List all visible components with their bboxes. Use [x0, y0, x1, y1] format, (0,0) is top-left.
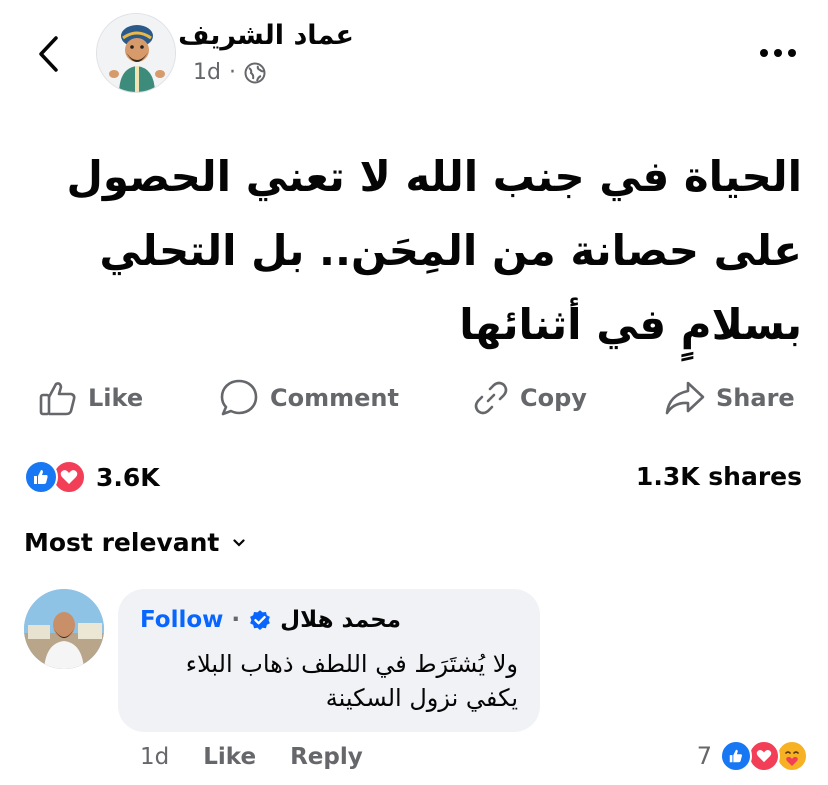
- commenter-avatar[interactable]: [24, 589, 104, 669]
- comment-bubble: Follow · محمد هلال ولا يُشتَرَط في اللطف…: [118, 589, 540, 732]
- share-label: Share: [716, 384, 795, 412]
- author-name[interactable]: عماد الشريف: [178, 20, 354, 51]
- shares-count[interactable]: 1.3K shares: [636, 462, 802, 491]
- cartoon-avatar-image: [97, 14, 175, 92]
- comment-label: Comment: [270, 384, 399, 412]
- chevron-left-icon: [39, 36, 58, 72]
- comment-button[interactable]: Comment: [218, 375, 399, 421]
- post-time[interactable]: 1d: [193, 60, 221, 85]
- post-page: عماد الشريف 1d · الحياة في جنب الله لا ت…: [0, 0, 828, 785]
- comment-header: Follow · محمد هلال: [140, 607, 401, 633]
- comment-reactions-count: 7: [696, 742, 712, 770]
- comment-bubble-icon: [220, 379, 258, 416]
- more-horizontal-icon: [760, 49, 796, 57]
- post-meta: 1d ·: [193, 60, 266, 85]
- verified-badge-icon: [250, 610, 271, 630]
- reactions-summary[interactable]: 3.6K: [24, 460, 160, 494]
- comment-like-button[interactable]: Like: [203, 744, 256, 770]
- reaction-icons: [24, 460, 88, 494]
- comment-reactions[interactable]: 7: [697, 740, 808, 772]
- comment-separator: ·: [231, 607, 241, 633]
- globe-icon[interactable]: [244, 62, 266, 84]
- like-reaction-icon: [24, 460, 58, 494]
- author-avatar[interactable]: [96, 13, 176, 93]
- meta-separator: ·: [228, 60, 236, 85]
- share-arrow-icon: [665, 381, 705, 415]
- more-options-button[interactable]: [756, 38, 800, 68]
- post-action-bar: Like Comment Copy Share: [0, 375, 828, 421]
- sort-label: Most relevant: [24, 528, 220, 557]
- love-reaction-icon: [748, 740, 780, 772]
- post-text: الحياة في جنب الله لا تعني الحصول على حص…: [66, 152, 802, 349]
- comment-text: ولا يُشتَرَط في اللطف ذهاب البلاء يكفي ن…: [185, 650, 518, 712]
- commenter-name[interactable]: محمد هلال: [280, 607, 401, 633]
- commenter-photo: [24, 589, 104, 669]
- follow-button[interactable]: Follow: [140, 607, 223, 633]
- like-label: Like: [88, 384, 144, 412]
- comment-footer: 1d Like Reply: [140, 744, 363, 770]
- link-icon: [474, 381, 508, 415]
- share-button[interactable]: Share: [664, 375, 795, 421]
- chevron-down-icon: [233, 538, 245, 547]
- like-button[interactable]: Like: [38, 375, 143, 421]
- like-reaction-icon: [720, 740, 752, 772]
- care-reaction-icon: [776, 740, 808, 772]
- copy-label: Copy: [520, 384, 587, 412]
- back-button[interactable]: [28, 32, 68, 76]
- comment-time[interactable]: 1d: [140, 744, 169, 770]
- comment-reply-button[interactable]: Reply: [290, 744, 363, 770]
- comments-sort-dropdown[interactable]: Most relevant: [24, 528, 245, 557]
- copy-button[interactable]: Copy: [472, 375, 587, 421]
- thumbs-up-icon: [39, 382, 76, 416]
- reactions-count: 3.6K: [96, 462, 160, 492]
